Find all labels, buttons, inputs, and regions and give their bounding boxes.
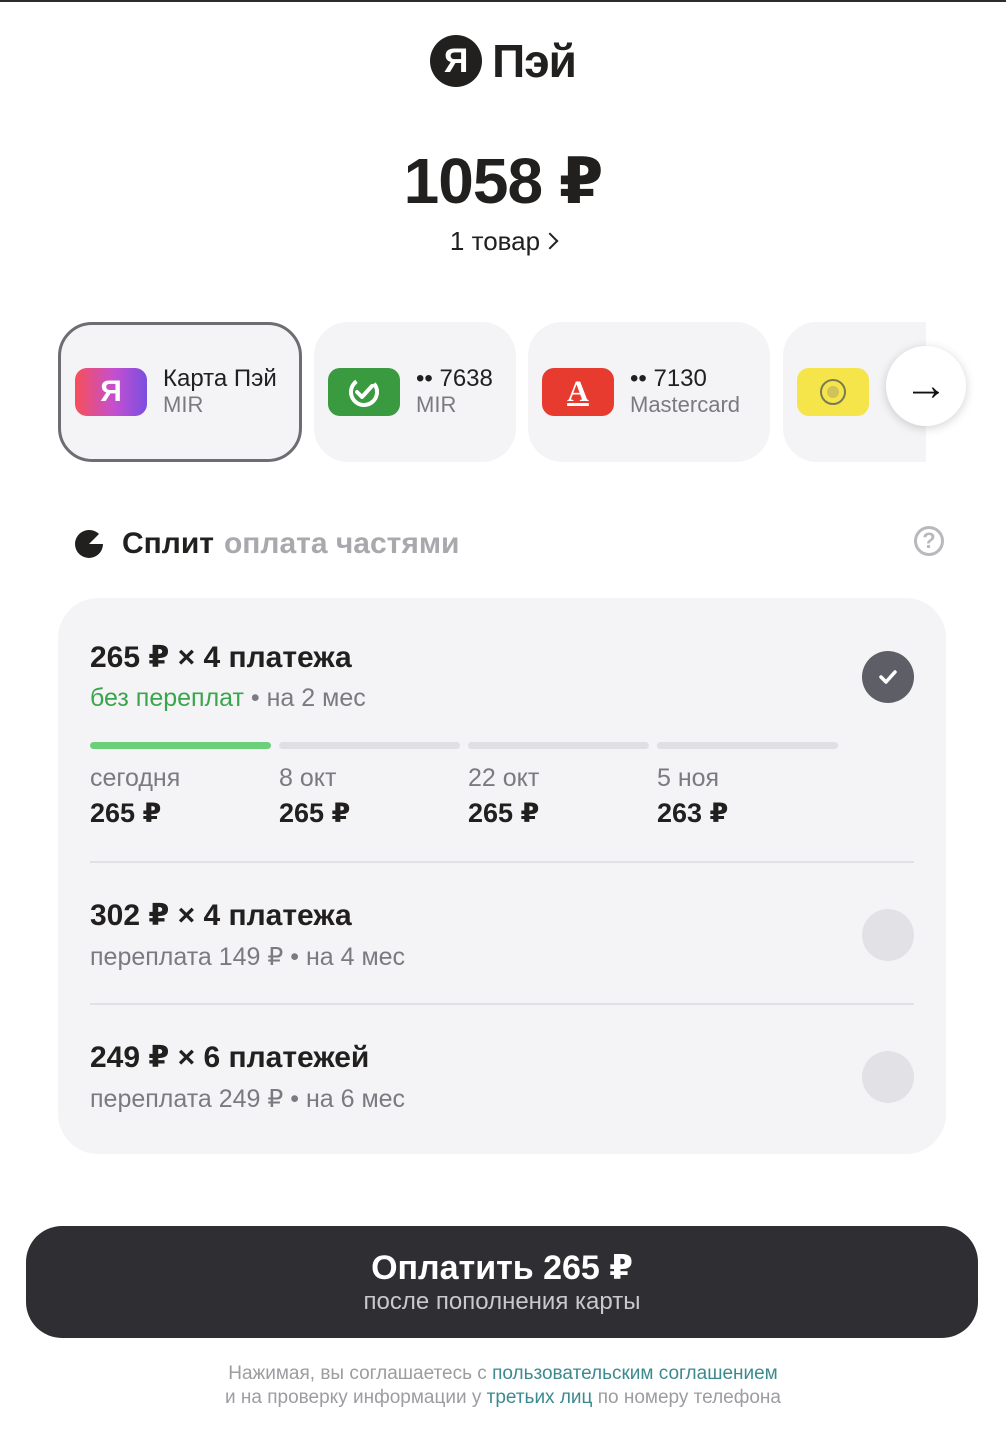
card-option-sber[interactable]: •• 7638 MIR [314,322,516,462]
no-overpay-label: без переплат [90,684,244,712]
plan-term: • на 2 мес [243,684,366,712]
user-agreement-link[interactable]: пользовательским соглашением [492,1363,778,1384]
schedule-progress-segment [468,742,649,749]
plan-subtitle: переплата 249 ₽ • на 6 мес [90,1085,406,1113]
third-parties-link[interactable]: третьих лиц [487,1387,593,1408]
order-amount: 1058 ₽ [403,145,604,217]
plan-title: 249 ₽ × 6 платежей [90,1041,370,1074]
split-title: Сплит [122,527,214,560]
card-title: •• 7130 [630,365,707,392]
yandex-logo-icon: Я [430,35,483,87]
schedule-amount: 263 ₽ [657,798,729,828]
help-icon[interactable]: ? [914,526,944,556]
order-items-link[interactable]: 1 товар [0,226,1006,257]
schedule-progress-segment [279,742,460,749]
yandex-card-icon: Я [75,368,147,416]
card-system: MIR [416,392,457,417]
plan-title: 265 ₽ × 4 платежа [90,641,352,674]
schedule-amount: 265 ₽ [468,798,540,828]
schedule-progress-segment [90,742,271,749]
divider [90,1003,914,1005]
tinkoff-bank-icon [797,368,869,416]
sber-bank-icon [328,368,400,416]
schedule-date: 8 окт [279,764,337,792]
selected-check-icon[interactable] [862,651,914,703]
schedule-date: 5 ноя [657,764,720,792]
schedule-amount: 265 ₽ [90,798,162,828]
radio-button[interactable] [862,909,914,961]
split-header: Сплит оплата частями ? [74,522,944,566]
split-plans: 265 ₽ × 4 платежа без переплат • на 2 ме… [58,598,946,1154]
radio-button[interactable] [862,1051,914,1103]
pay-button-sublabel: после пополнения карты [363,1288,641,1315]
legal-text: по номеру телефона [592,1387,781,1408]
schedule-progress-segment [657,742,838,749]
legal-notice: Нажимая, вы соглашаетесь с пользовательс… [0,1362,1006,1410]
pay-button[interactable]: Оплатить 265 ₽ после пополнения карты [26,1226,978,1338]
chevron-right-icon [541,232,559,250]
pay-button-label: Оплатить 265 ₽ [371,1249,633,1287]
split-subtitle: оплата частями [223,527,460,560]
split-logo-icon [75,529,103,558]
divider [90,861,914,863]
plan-subtitle: без переплат • на 2 мес [90,684,366,713]
card-system: Mastercard [630,392,741,417]
payment-cards-carousel[interactable]: Я Карта Пэй MIR •• 7638 MIR А •• 7130 Ma… [58,322,926,462]
card-title: •• 7638 [416,365,493,392]
card-option-yandex-pay[interactable]: Я Карта Пэй MIR [58,322,302,462]
schedule-amount: 265 ₽ [279,798,351,828]
legal-text: Нажимая, вы соглашаетесь с [228,1363,493,1384]
plan-subtitle: переплата 149 ₽ • на 4 мес [90,943,406,971]
card-option-alfa[interactable]: А •• 7130 Mastercard [528,322,770,462]
schedule-date: сегодня [90,764,181,792]
yandex-pay-logo: Я Пэй [0,34,1006,88]
alfa-bank-icon: А [542,368,614,416]
order-items-label: 1 товар [449,226,541,256]
plan-title: 302 ₽ × 4 платежа [90,899,352,932]
arrow-right-icon[interactable]: → [886,346,966,426]
brand-name: Пэй [492,35,577,87]
card-title: Карта Пэй [163,365,277,392]
legal-text: и на проверку информации у [225,1387,487,1408]
schedule-date: 22 окт [468,764,540,792]
card-system: MIR [163,392,204,417]
